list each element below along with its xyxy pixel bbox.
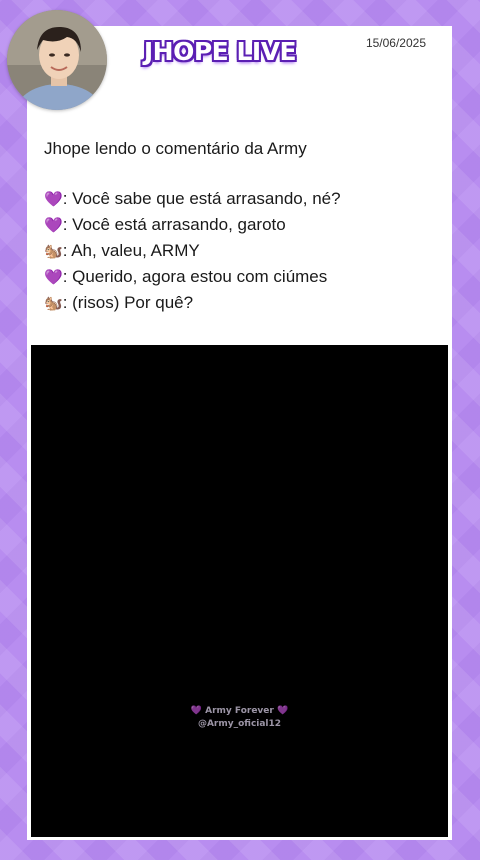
comment-text: : Você está arrasando, garoto — [62, 215, 286, 234]
purple-heart-icon: 💜 — [276, 706, 289, 716]
video-watermark: 💜 Army Forever 💜 @Army_oficial12 — [31, 705, 448, 731]
comment-line: 💜: Você está arrasando, garoto — [44, 212, 439, 238]
post-date: 15/06/2025 — [365, 36, 426, 50]
squirrel-icon: 🐿️ — [44, 242, 63, 260]
comment-line: 💜: Você sabe que está arrasando, né? — [44, 186, 439, 212]
comment-line: 💜: Querido, agora estou com ciúmes — [44, 264, 439, 290]
page-title: JHOPE LIVE — [143, 37, 297, 66]
purple-heart-icon: 💜 — [44, 190, 63, 208]
post-body: Jhope lendo o comentário da Army 💜: Você… — [44, 136, 439, 316]
purple-heart-icon: 💜 — [44, 216, 63, 234]
profile-photo-icon — [7, 10, 107, 110]
purple-heart-icon: 💜 — [44, 268, 63, 286]
purple-heart-icon: 💜 — [190, 706, 202, 716]
watermark-text: Army Forever — [205, 706, 274, 716]
reply-line: 🐿️: Ah, valeu, ARMY — [44, 238, 439, 264]
reply-line: 🐿️: (risos) Por quê? — [44, 290, 439, 316]
avatar[interactable] — [7, 10, 107, 110]
video-player[interactable]: 💜 Army Forever 💜 @Army_oficial12 — [31, 345, 448, 837]
reply-text: : Ah, valeu, ARMY — [62, 241, 200, 260]
comment-text: : Você sabe que está arrasando, né? — [62, 189, 341, 208]
squirrel-icon: 🐿️ — [44, 294, 63, 312]
watermark-handle: @Army_oficial12 — [197, 719, 282, 729]
reply-text: : (risos) Por quê? — [62, 293, 194, 312]
watermark-line-1: 💜 Army Forever 💜 — [31, 705, 448, 718]
post-intro: Jhope lendo o comentário da Army — [44, 139, 307, 158]
comment-text: : Querido, agora estou com ciúmes — [62, 267, 328, 286]
